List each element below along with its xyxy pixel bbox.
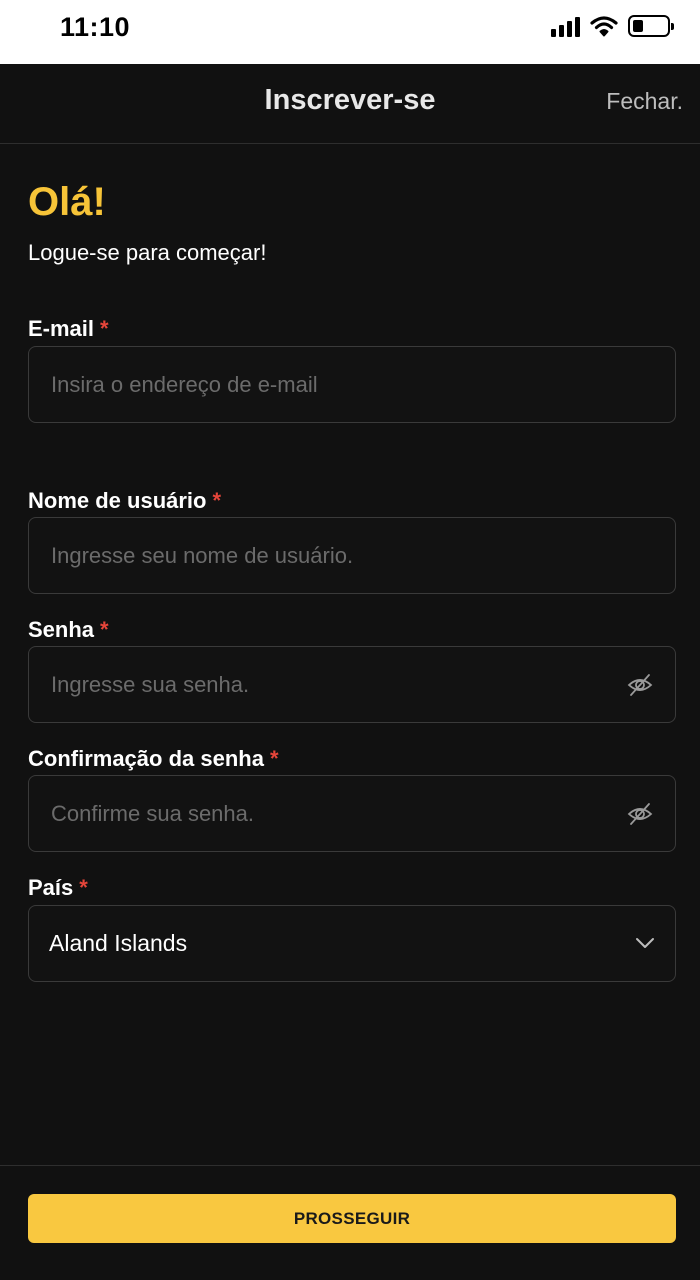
- greeting-subtitle: Logue-se para começar!: [28, 240, 267, 265]
- email-field[interactable]: [28, 346, 676, 423]
- username-field[interactable]: [28, 517, 676, 594]
- battery-icon: [628, 15, 674, 37]
- email-label: E-mail *: [28, 316, 109, 342]
- email-label-text: E-mail: [28, 316, 95, 341]
- password-confirm-field[interactable]: [28, 775, 676, 852]
- country-select[interactable]: Aland Islands: [28, 905, 676, 982]
- password-field[interactable]: [28, 646, 676, 723]
- required-mark: *: [212, 488, 222, 513]
- password-confirm-input[interactable]: [51, 776, 611, 851]
- password-input[interactable]: [51, 647, 611, 722]
- country-label-text: País: [28, 875, 74, 900]
- password-confirm-label-text: Confirmação da senha: [28, 746, 264, 771]
- close-button[interactable]: Fechar.: [606, 88, 683, 115]
- greeting-title: Olá!: [28, 180, 106, 224]
- wifi-icon: [590, 16, 618, 37]
- battery-level: [633, 20, 643, 32]
- eye-off-icon[interactable]: [627, 801, 653, 827]
- username-label-text: Nome de usuário: [28, 488, 207, 513]
- password-label-text: Senha: [28, 617, 95, 642]
- password-confirm-label: Confirmação da senha *: [28, 746, 279, 772]
- continue-button[interactable]: PROSSEGUIR: [28, 1194, 676, 1243]
- status-time: 11:10: [60, 12, 131, 42]
- footer-divider: [0, 1165, 700, 1166]
- country-selected-value: Aland Islands: [49, 930, 188, 956]
- status-icons: [551, 15, 674, 37]
- eye-off-icon[interactable]: [627, 672, 653, 698]
- country-label: País *: [28, 875, 88, 901]
- required-mark: *: [79, 875, 88, 900]
- required-mark: *: [100, 617, 109, 642]
- password-label: Senha *: [28, 617, 109, 643]
- username-label: Nome de usuário *: [28, 488, 221, 514]
- required-mark: *: [100, 316, 109, 341]
- chevron-down-icon: [636, 938, 654, 948]
- nav-bar: Inscrever-se Fechar.: [0, 64, 700, 144]
- required-mark: *: [269, 746, 279, 771]
- page-title: Inscrever-se: [264, 84, 436, 116]
- email-input[interactable]: [51, 347, 611, 422]
- cellular-signal-icon: [551, 15, 580, 37]
- status-bar: 11:10: [0, 0, 700, 64]
- username-input[interactable]: [51, 518, 611, 593]
